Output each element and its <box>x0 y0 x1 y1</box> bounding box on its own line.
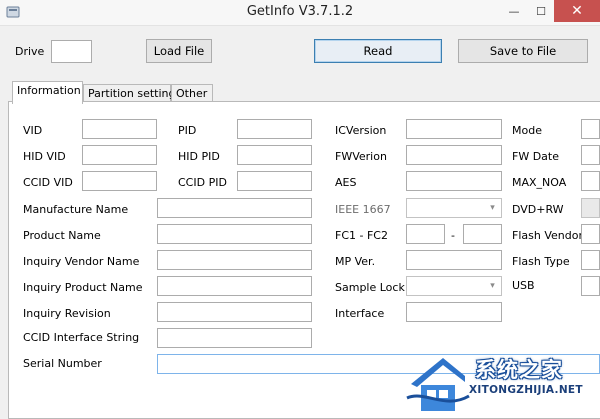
fc2-field[interactable] <box>463 224 502 244</box>
minimize-button[interactable]: — <box>500 0 528 22</box>
fc1-fc2-label: FC1 - FC2 <box>335 229 388 242</box>
hid-pid-label: HID PID <box>178 150 220 163</box>
serial-number-label: Serial Number <box>23 357 102 370</box>
inquiry-product-name-field[interactable] <box>157 276 312 296</box>
fc-separator: - <box>451 229 455 242</box>
hid-vid-field[interactable] <box>82 145 157 165</box>
ieee1667-label: IEEE 1667 <box>335 203 391 216</box>
maximize-button[interactable]: ☐ <box>527 0 555 22</box>
flash-vendor-field[interactable] <box>581 224 600 244</box>
read-button[interactable]: Read <box>314 39 442 63</box>
product-name-label: Product Name <box>23 229 101 242</box>
chevron-down-icon: ▾ <box>490 281 495 291</box>
fw-version-label: FWVerion <box>335 150 387 163</box>
pid-field[interactable] <box>237 119 312 139</box>
usb-field[interactable] <box>581 276 600 296</box>
dvd-rw-label: DVD+RW <box>512 203 564 216</box>
maximize-icon: ☐ <box>536 4 546 18</box>
max-noa-label: MAX_NOA <box>512 176 567 189</box>
fc1-field[interactable] <box>406 224 445 244</box>
ccid-vid-label: CCID VID <box>23 176 73 189</box>
save-to-file-button[interactable]: Save to File <box>458 39 588 63</box>
mode-field[interactable] <box>581 119 600 139</box>
manufacture-name-field[interactable] <box>157 198 312 218</box>
sample-lock-select[interactable]: ▾ <box>406 276 502 296</box>
tab-information[interactable]: Information <box>12 81 83 104</box>
inquiry-vendor-name-field[interactable] <box>157 250 312 270</box>
fw-version-field[interactable] <box>406 145 502 165</box>
watermark-logo: 系统之家 XITONGZHIJIA.NET <box>405 340 600 419</box>
chevron-down-icon: ▾ <box>490 203 495 213</box>
mp-ver-label: MP Ver. <box>335 255 376 268</box>
manufacture-name-label: Manufacture Name <box>23 203 129 216</box>
dvd-rw-select[interactable] <box>581 198 600 218</box>
ccid-interface-string-field[interactable] <box>157 328 312 348</box>
sample-lock-label: Sample Lock <box>335 281 405 294</box>
vid-label: VID <box>23 124 43 137</box>
drive-label: Drive <box>15 45 45 58</box>
ccid-vid-field[interactable] <box>82 171 157 191</box>
inquiry-revision-label: Inquiry Revision <box>23 307 111 320</box>
mode-label: Mode <box>512 124 542 137</box>
fw-date-field[interactable] <box>581 145 600 165</box>
inquiry-revision-field[interactable] <box>157 302 312 322</box>
ic-version-label: ICVersion <box>335 124 387 137</box>
watermark-text: 系统之家 <box>475 358 563 382</box>
interface-label: Interface <box>335 307 385 320</box>
watermark-url: XITONGZHIJIA.NET <box>469 384 583 396</box>
ccid-pid-label: CCID PID <box>178 176 227 189</box>
title-bar: GetInfo V3.7.1.2 — ☐ ✕ <box>0 0 600 26</box>
mp-ver-field[interactable] <box>406 250 502 270</box>
flash-vendor-label: Flash Vendor <box>512 229 583 242</box>
usb-label: USB <box>512 279 535 292</box>
house-logo-icon <box>406 358 470 411</box>
aes-field[interactable] <box>406 171 502 191</box>
pid-label: PID <box>178 124 197 137</box>
inquiry-product-name-label: Inquiry Product Name <box>23 281 143 294</box>
ccid-pid-field[interactable] <box>237 171 312 191</box>
minimize-icon: — <box>508 4 520 18</box>
ieee1667-select[interactable]: ▾ <box>406 198 502 218</box>
hid-vid-label: HID VID <box>23 150 66 163</box>
hid-pid-field[interactable] <box>237 145 312 165</box>
load-file-button[interactable]: Load File <box>146 39 212 63</box>
product-name-field[interactable] <box>157 224 312 244</box>
fw-date-label: FW Date <box>512 150 559 163</box>
flash-type-label: Flash Type <box>512 255 570 268</box>
aes-label: AES <box>335 176 357 189</box>
inquiry-vendor-name-label: Inquiry Vendor Name <box>23 255 140 268</box>
max-noa-field[interactable] <box>581 171 600 191</box>
close-icon: ✕ <box>571 3 583 19</box>
interface-field[interactable] <box>406 302 502 322</box>
drive-input[interactable] <box>51 40 92 63</box>
vid-field[interactable] <box>82 119 157 139</box>
close-button[interactable]: ✕ <box>554 0 600 22</box>
ic-version-field[interactable] <box>406 119 502 139</box>
ccid-interface-string-label: CCID Interface String <box>23 331 140 344</box>
flash-type-field[interactable] <box>581 250 600 270</box>
